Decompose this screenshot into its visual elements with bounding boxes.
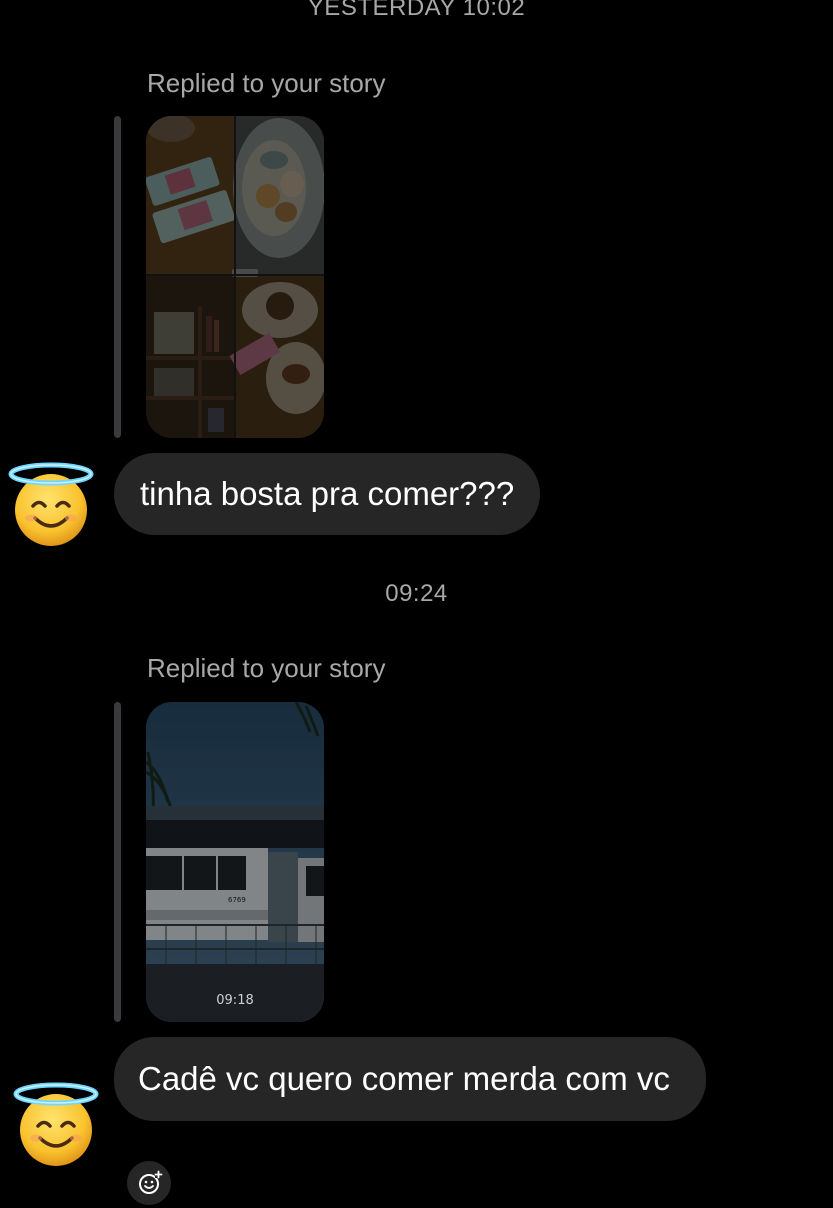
timestamp-yesterday: YESTERDAY 10:02	[307, 0, 526, 21]
sender-avatar-halo-emoji[interactable]	[7, 460, 95, 548]
smiling-face-with-halo-icon	[8, 462, 94, 546]
message-bubble[interactable]: Cadê vc quero comer merda com vc	[114, 1037, 706, 1121]
sender-avatar-halo-emoji[interactable]	[12, 1080, 100, 1168]
smiling-face-with-halo-icon	[13, 1082, 99, 1166]
story-thumbnail-collage[interactable]	[146, 116, 324, 438]
story-thumbnail-bus[interactable]: 6769 09:18	[146, 702, 324, 1022]
replied-to-story-label: Replied to your story	[147, 68, 386, 98]
reply-quote-bar	[114, 702, 121, 1022]
reply-quote-bar	[114, 116, 121, 438]
replied-to-story-label: Replied to your story	[147, 653, 386, 683]
add-reaction-icon	[139, 1170, 163, 1194]
add-reaction-button[interactable]	[124, 1158, 174, 1208]
timestamp-today: 09:24	[385, 580, 448, 607]
story-bus-image: 6769	[146, 702, 324, 1022]
story-time-overlay: 09:18	[216, 993, 254, 1008]
story-collage-image	[146, 116, 324, 438]
message-bubble[interactable]: tinha bosta pra comer???	[114, 453, 541, 535]
